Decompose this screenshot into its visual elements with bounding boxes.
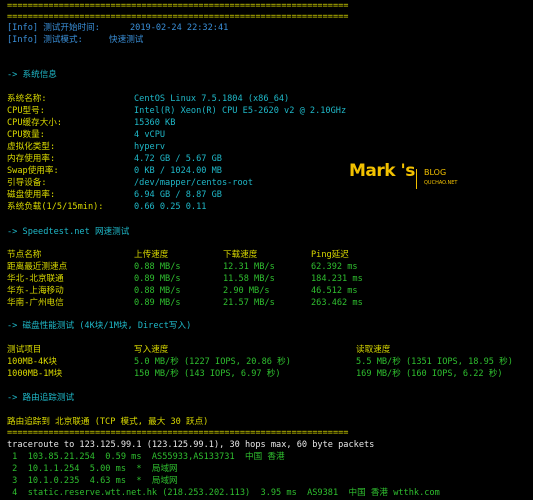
- speedtest-up: 0.88 MB/s: [134, 262, 181, 272]
- traceroute-line: traceroute to 123.125.99.1 (123.125.99.1…: [7, 440, 375, 450]
- disk-write: 5.0 MB/秒 (1227 IOPS, 20.86 秒): [134, 357, 291, 367]
- disk-item: 100MB-4K块: [7, 357, 57, 367]
- sysinfo-value: 0 KB / 1024.00 MB: [134, 166, 222, 176]
- disk-col-read: 读取速度: [356, 345, 391, 355]
- hop-line: 3 10.1.0.235 4.63 ms * 局域网: [7, 476, 178, 486]
- hop-line: 2 10.1.1.254 5.00 ms * 局域网: [7, 464, 178, 474]
- speedtest-ping: 46.512 ms: [311, 286, 358, 296]
- sysinfo-label: Swap使用率:: [7, 166, 59, 176]
- disk-col-item: 测试项目: [7, 345, 42, 355]
- disk-col-write: 写入速度: [134, 345, 169, 355]
- sysinfo-header: -> 系统信息: [7, 70, 57, 80]
- sysinfo-label: 系统名称:: [7, 94, 47, 104]
- speedtest-header: -> Speedtest.net 网速测试: [7, 227, 130, 237]
- sysinfo-value: 0.66 0.25 0.11: [134, 202, 207, 212]
- sysinfo-label: 虚拟化类型:: [7, 142, 56, 152]
- sysinfo-value: 15360 KB: [134, 118, 176, 128]
- blog-logo: Mark 's BLOG QUCHAO.NET: [349, 161, 504, 192]
- sysinfo-value: 4.72 GB / 5.67 GB: [134, 154, 222, 164]
- route-title: 路由追踪到 北京联通 (TCP 模式, 最大 30 跃点): [7, 417, 209, 427]
- speedtest-up: 0.89 MB/s: [134, 298, 181, 308]
- disk-read: 169 MB/秒 (160 IOPS, 6.22 秒): [356, 369, 503, 379]
- speedtest-col-ping: Ping延迟: [311, 250, 349, 260]
- speedtest-ping: 184.231 ms: [311, 274, 363, 284]
- sysinfo-label: CPU型号:: [7, 106, 45, 116]
- speedtest-ping: 263.462 ms: [311, 298, 363, 308]
- sysinfo-value: Intel(R) Xeon(R) CPU E5-2620 v2 @ 2.10GH…: [134, 106, 347, 116]
- logo-sub-text: QUCHAO.NET: [424, 180, 458, 186]
- disk-header: -> 磁盘性能测试 (4K块/1M块, Direct写入): [7, 321, 192, 331]
- route-header: -> 路由追踪测试: [7, 393, 75, 403]
- hop-line: 1 103.85.21.254 0.59 ms AS55933,AS133731…: [7, 452, 285, 462]
- sysinfo-value: /dev/mapper/centos-root: [134, 178, 253, 188]
- speedtest-node: 距离最近测速点: [7, 262, 68, 272]
- info-start-value: 2019-02-24 22:32:41: [130, 23, 229, 33]
- sysinfo-label: 引导设备:: [7, 178, 47, 188]
- disk-read: 5.5 MB/秒 (1351 IOPS, 18.95 秒): [356, 357, 513, 367]
- info-mode-value: 快速测试: [109, 35, 144, 45]
- speedtest-down: 12.31 MB/s: [223, 262, 275, 272]
- sysinfo-label: 内存使用率:: [7, 154, 56, 164]
- sysinfo-label: CPU数量:: [7, 130, 45, 140]
- sysinfo-label: 系统负载(1/5/15min):: [7, 202, 104, 212]
- speedtest-up: 0.88 MB/s: [134, 286, 181, 296]
- separator-line: ========================================…: [7, 12, 349, 22]
- info-mode-label: [Info] 测试模式:: [7, 35, 83, 45]
- hop-line: 4 static.reserve.wtt.net.hk (218.253.202…: [7, 488, 440, 498]
- separator-line: ========================================…: [7, 428, 349, 438]
- info-start-label: [Info] 测试开始时间:: [7, 23, 100, 33]
- speedtest-up: 0.89 MB/s: [134, 274, 181, 284]
- speedtest-down: 2.90 MB/s: [223, 286, 270, 296]
- speedtest-node: 华东-上海移动: [7, 286, 64, 296]
- speedtest-down: 11.58 MB/s: [223, 274, 275, 284]
- sysinfo-label: CPU缓存大小:: [7, 118, 63, 128]
- logo-blog-text: BLOG: [424, 168, 447, 177]
- sysinfo-value: CentOS Linux 7.5.1804 (x86_64): [134, 94, 290, 104]
- logo-divider: [416, 169, 417, 189]
- disk-item: 1000MB-1M块: [7, 369, 63, 379]
- disk-write: 150 MB/秒 (143 IOPS, 6.97 秒): [134, 369, 281, 379]
- speedtest-node: 华南-广州电信: [7, 298, 64, 308]
- sysinfo-value: hyperv: [134, 142, 166, 152]
- speedtest-ping: 62.392 ms: [311, 262, 358, 272]
- speedtest-down: 21.57 MB/s: [223, 298, 275, 308]
- separator-line: ========================================…: [7, 1, 349, 11]
- speedtest-col-down: 下载速度: [223, 250, 258, 260]
- sysinfo-label: 磁盘使用率:: [7, 190, 56, 200]
- sysinfo-value: 6.94 GB / 8.87 GB: [134, 190, 222, 200]
- sysinfo-value: 4 vCPU: [134, 130, 166, 140]
- speedtest-col-node: 节点名称: [7, 250, 42, 260]
- speedtest-node: 华北-北京联通: [7, 274, 64, 284]
- speedtest-col-up: 上传速度: [134, 250, 169, 260]
- logo-mark-text: Mark 's: [349, 161, 415, 181]
